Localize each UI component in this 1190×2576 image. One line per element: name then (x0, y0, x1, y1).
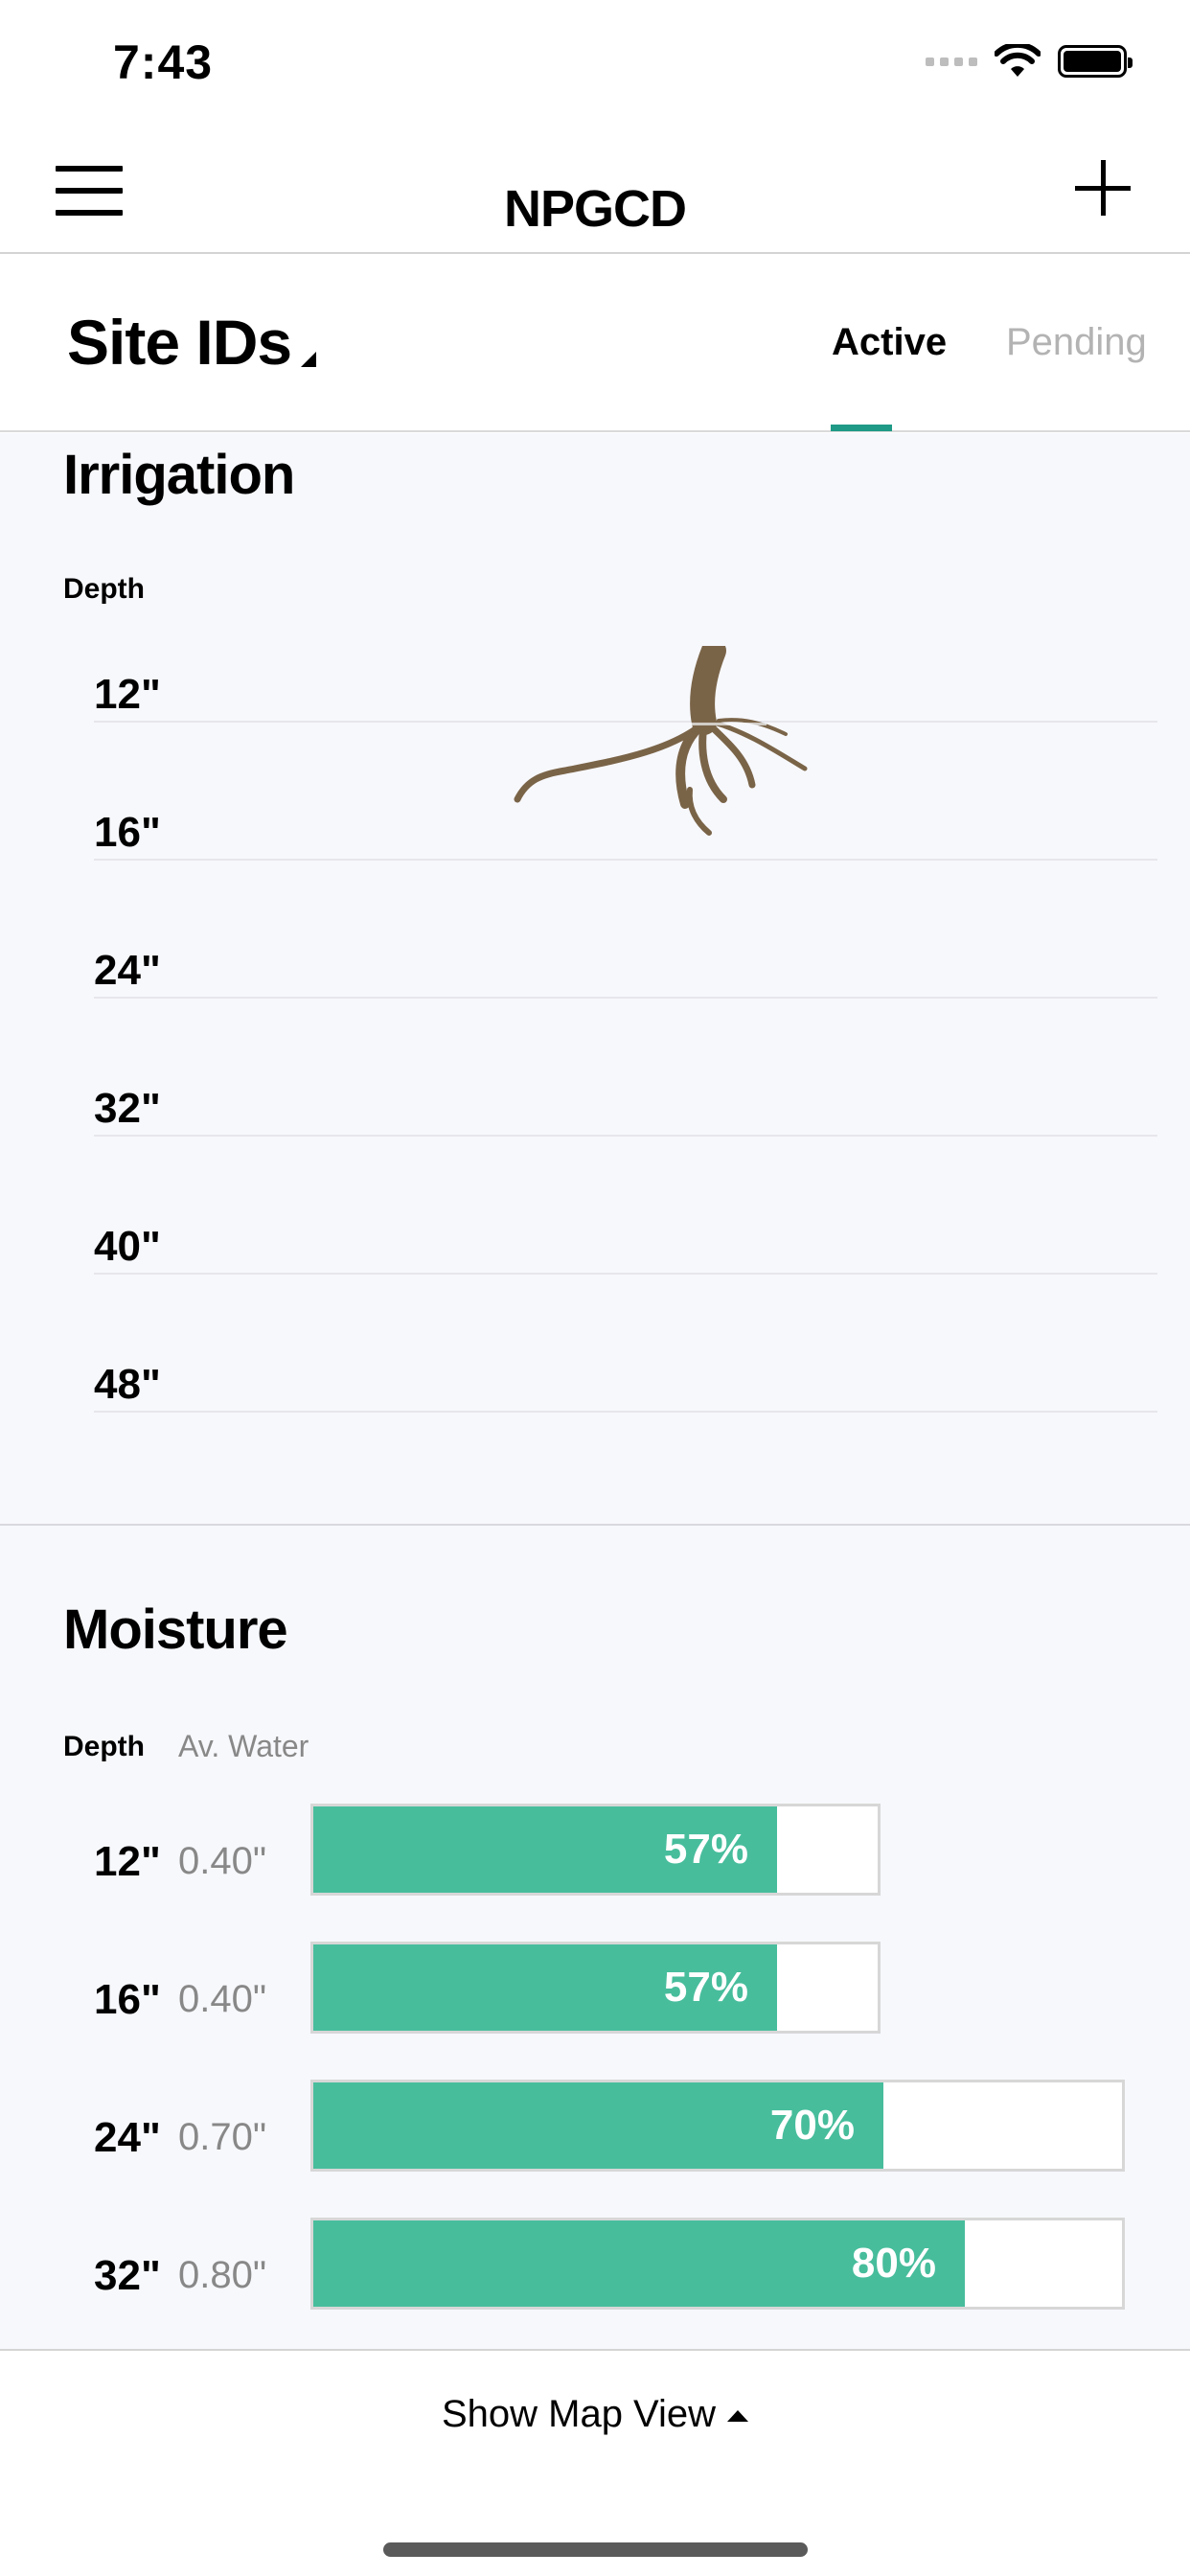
moisture-title: Moisture (63, 1598, 288, 1661)
moisture-row: 16" 0.40" 57% (0, 1942, 1190, 2080)
nav-title: NPGCD (503, 180, 687, 238)
depth-gridline (94, 1135, 1157, 1137)
depth-label: 12" (94, 671, 161, 718)
dropdown-caret-icon (301, 352, 317, 367)
depth-label: 40" (94, 1223, 161, 1270)
site-ids-dropdown[interactable]: Site IDs (67, 306, 317, 379)
depth-gridline (94, 997, 1157, 999)
moisture-depth: 32" (94, 2252, 161, 2299)
site-ids-label: Site IDs (67, 307, 292, 378)
available-water: 0.40" (178, 1840, 267, 1882)
status-time: 7:43 (113, 35, 214, 89)
status-icons (926, 44, 1133, 79)
moisture-row: 32" 0.80" 80% (0, 2218, 1190, 2349)
show-map-label: Show Map View (441, 2393, 717, 2435)
depth-gridline (94, 1273, 1157, 1275)
moisture-percent-label: 57% (663, 1826, 748, 1873)
moisture-depth-header: Depth (63, 1731, 145, 1762)
hamburger-icon-line (56, 166, 123, 172)
active-tab-indicator (831, 425, 892, 431)
moisture-bar: 80% (310, 2218, 1125, 2310)
tab-pending[interactable]: Pending (1006, 321, 1147, 364)
irrigation-depth-row: 40" (0, 1196, 1190, 1334)
available-water: 0.40" (178, 1978, 267, 2020)
moisture-depth: 12" (94, 1838, 161, 1885)
moisture-percent-label: 80% (851, 2240, 936, 2287)
cellular-signal-icon (926, 57, 977, 66)
wifi-icon (995, 44, 1041, 77)
nav-bar: NPGCD (0, 129, 1190, 254)
moisture-depth: 16" (94, 1976, 161, 2023)
irrigation-title: Irrigation (63, 444, 295, 506)
moisture-bar: 57% (310, 1942, 881, 2034)
site-header: Site IDs Active Pending (0, 254, 1190, 432)
depth-label: 48" (94, 1361, 161, 1408)
bottom-bar: Show Map View (0, 2349, 1190, 2576)
moisture-water-header: Av. Water (178, 1729, 309, 1763)
moisture-percent-label: 70% (769, 2102, 855, 2149)
depth-gridline (94, 859, 1157, 861)
available-water: 0.70" (178, 2116, 267, 2158)
depth-label: 24" (94, 947, 161, 994)
irrigation-depth-header: Depth (63, 573, 145, 605)
depth-label: 16" (94, 809, 161, 856)
depth-gridline (94, 1411, 1157, 1413)
content-scroll[interactable]: Irrigation Depth 12" 16" 24" 32" 40" 48" (0, 433, 1190, 2349)
moisture-depth: 24" (94, 2114, 161, 2161)
moisture-row: 24" 0.70" 70% (0, 2080, 1190, 2218)
caret-up-icon (727, 2410, 749, 2423)
moisture-bar: 70% (310, 2080, 1125, 2172)
irrigation-depth-row: 32" (0, 1058, 1190, 1196)
battery-icon (1058, 45, 1133, 78)
show-map-view-button[interactable]: Show Map View (0, 2393, 1190, 2436)
moisture-row: 12" 0.40" 57% (0, 1804, 1190, 1942)
add-button[interactable] (1075, 160, 1131, 216)
available-water: 0.80" (178, 2254, 267, 2296)
irrigation-depth-row: 48" (0, 1334, 1190, 1472)
screen: 7:43 NPGCD Site IDs Active Pending Irrig… (0, 0, 1190, 2576)
plant-root-illustration (514, 646, 808, 836)
depth-label: 32" (94, 1085, 161, 1132)
home-indicator[interactable] (383, 2542, 808, 2557)
status-bar: 7:43 (0, 0, 1190, 129)
moisture-bar: 57% (310, 1804, 881, 1896)
moisture-percent-label: 57% (663, 1964, 748, 2011)
section-divider (0, 1524, 1190, 1526)
tab-active[interactable]: Active (832, 321, 947, 364)
irrigation-depth-row: 24" (0, 920, 1190, 1058)
